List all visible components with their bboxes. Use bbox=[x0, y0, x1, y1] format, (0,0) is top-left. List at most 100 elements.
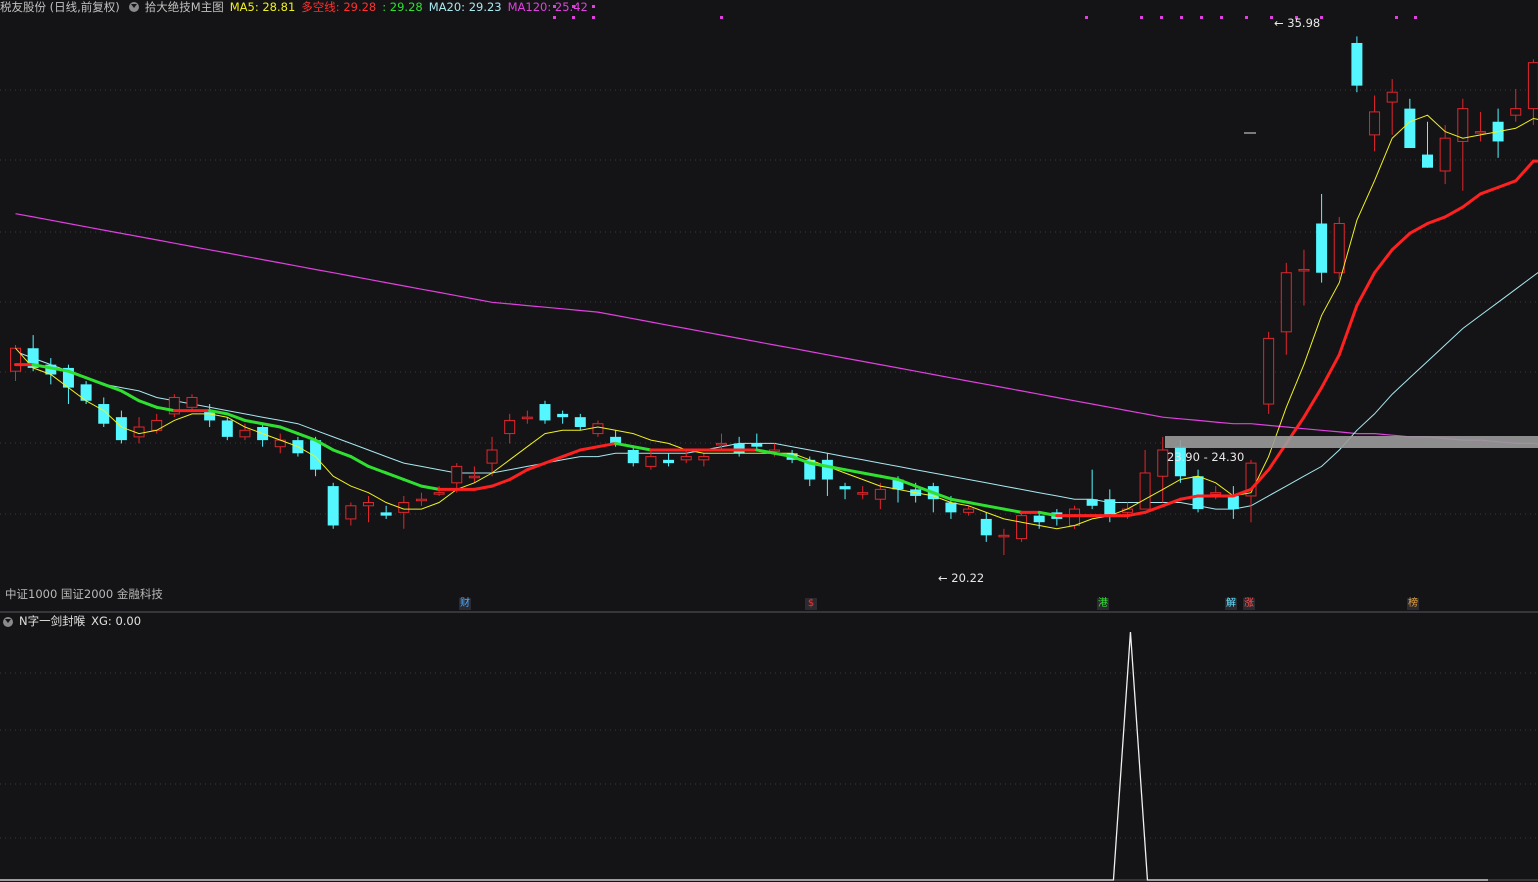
signal-dot bbox=[1414, 16, 1417, 19]
ma5-legend: MA5: 28.81 bbox=[229, 0, 296, 14]
candle-down bbox=[1351, 42, 1363, 86]
support-band-rect bbox=[1165, 436, 1538, 448]
duokong-segment bbox=[331, 448, 353, 459]
candle-down bbox=[327, 486, 339, 526]
duokong-segment bbox=[119, 389, 141, 403]
signal-dot bbox=[553, 16, 556, 19]
dropdown-icon[interactable] bbox=[3, 616, 13, 627]
low-price-label: ← 20.22 bbox=[938, 571, 985, 585]
candle-up bbox=[680, 456, 692, 461]
candle-up bbox=[486, 449, 498, 464]
candle-up bbox=[1280, 272, 1292, 333]
duokong-segment bbox=[384, 471, 406, 482]
candle-up bbox=[1298, 268, 1310, 272]
candle-up bbox=[716, 442, 727, 446]
duokong-segment bbox=[561, 448, 582, 459]
signal-dot bbox=[1200, 16, 1203, 19]
event-marker-unlock[interactable]: 解 bbox=[1225, 598, 1237, 610]
candle-up bbox=[1210, 492, 1222, 495]
support-band bbox=[1165, 132, 1538, 448]
duokong-segment bbox=[243, 418, 265, 426]
signal-dot bbox=[1395, 16, 1398, 19]
duokong-segment bbox=[225, 412, 247, 422]
event-marker-billboard[interactable]: 榜 bbox=[1407, 598, 1419, 610]
duokong-segment bbox=[1514, 159, 1535, 183]
candle-up bbox=[186, 396, 198, 408]
duokong-segment bbox=[102, 382, 123, 393]
duokong-segment bbox=[1320, 353, 1341, 390]
duokong-segment bbox=[367, 464, 388, 475]
event-marker-hk[interactable]: 港 bbox=[1097, 598, 1109, 610]
candle-up bbox=[857, 492, 869, 495]
candle-down bbox=[733, 443, 745, 454]
ma20-line bbox=[15, 271, 1538, 510]
event-marker-finance[interactable]: 财 bbox=[459, 598, 471, 610]
duokong-segment bbox=[1355, 271, 1377, 308]
duokong-segment bbox=[349, 455, 370, 468]
duokong-segment bbox=[614, 441, 635, 449]
main-header: 税友股份 (日线,前复权) 拾大绝技M主图 MA5: 28.81 多空线: 29… bbox=[0, 0, 588, 14]
candle-up bbox=[874, 488, 886, 500]
duokong-segment bbox=[296, 432, 318, 442]
signal-panel-chart bbox=[0, 631, 1488, 881]
dropdown-icon[interactable] bbox=[128, 2, 139, 12]
candle-up bbox=[1474, 131, 1486, 134]
duokong-segment bbox=[1373, 248, 1394, 275]
duokong-segment bbox=[419, 484, 441, 491]
candle-down bbox=[821, 459, 833, 480]
duokong-segment bbox=[508, 468, 529, 482]
event-marker-limitup[interactable]: 涨 bbox=[1243, 598, 1255, 610]
duokong-segment bbox=[490, 478, 512, 488]
sector-tags[interactable]: 中证1000 国证2000 金融科技 bbox=[5, 586, 163, 602]
candle-up bbox=[1263, 337, 1275, 405]
signal-dot bbox=[592, 5, 595, 8]
candle-up bbox=[1016, 515, 1028, 540]
signal-dot bbox=[1085, 16, 1088, 19]
indicator-name[interactable]: 拾大绝技M主图 bbox=[145, 1, 224, 13]
candle-down bbox=[221, 420, 233, 437]
candle-up bbox=[521, 416, 533, 420]
candle-up bbox=[963, 508, 975, 513]
candle-down bbox=[1227, 495, 1239, 510]
signal-dot bbox=[1245, 16, 1248, 19]
sub-indicator-name[interactable]: N字一剑封喉 bbox=[19, 614, 85, 629]
candle-up bbox=[1439, 137, 1451, 172]
duokong-line bbox=[14, 159, 1538, 518]
duokong-segment bbox=[1337, 304, 1359, 357]
duokong-segment bbox=[1496, 179, 1518, 189]
candle-down bbox=[574, 417, 586, 428]
duokong-segment bbox=[1390, 231, 1412, 252]
duokong-segment bbox=[472, 484, 494, 491]
ma5-path bbox=[15, 114, 1538, 530]
candle-down bbox=[1104, 499, 1116, 516]
candle-up bbox=[415, 498, 427, 502]
candle-up bbox=[1333, 223, 1345, 274]
price-chart[interactable] bbox=[0, 0, 1538, 882]
stock-name[interactable]: 税友股份 (日线,前复权) bbox=[0, 1, 120, 13]
candle-down bbox=[557, 413, 569, 418]
event-marker-dollar[interactable]: $ bbox=[805, 598, 817, 610]
candle-down bbox=[1033, 515, 1045, 523]
signal-line bbox=[0, 631, 1488, 881]
candle-up bbox=[698, 456, 710, 461]
duokong-segment bbox=[631, 445, 653, 452]
duokong-segment bbox=[1443, 205, 1465, 219]
candle-up bbox=[1386, 91, 1398, 103]
candle-up bbox=[1527, 62, 1538, 110]
candle-down bbox=[1404, 108, 1416, 149]
duokong-segment bbox=[1408, 222, 1429, 235]
duokong-segment bbox=[878, 474, 900, 482]
candle-down bbox=[1086, 499, 1098, 506]
candle-up bbox=[363, 502, 374, 507]
duokong-segment bbox=[1002, 507, 1024, 514]
candle-down bbox=[839, 486, 851, 490]
chart-window: 税友股份 (日线,前复权) 拾大绝技M主图 MA5: 28.81 多空线: 29… bbox=[0, 0, 1538, 882]
candle-up bbox=[1510, 108, 1522, 116]
candle-up bbox=[1369, 111, 1381, 136]
ma5-line bbox=[15, 114, 1538, 530]
candle-down bbox=[663, 459, 675, 464]
duokong-legend: 多空线: 29.28 bbox=[301, 0, 377, 14]
candle-up bbox=[239, 429, 251, 438]
duokong-segment bbox=[278, 425, 300, 436]
sub-panel-header: N字一剑封喉 XG: 0.00 bbox=[0, 614, 141, 629]
